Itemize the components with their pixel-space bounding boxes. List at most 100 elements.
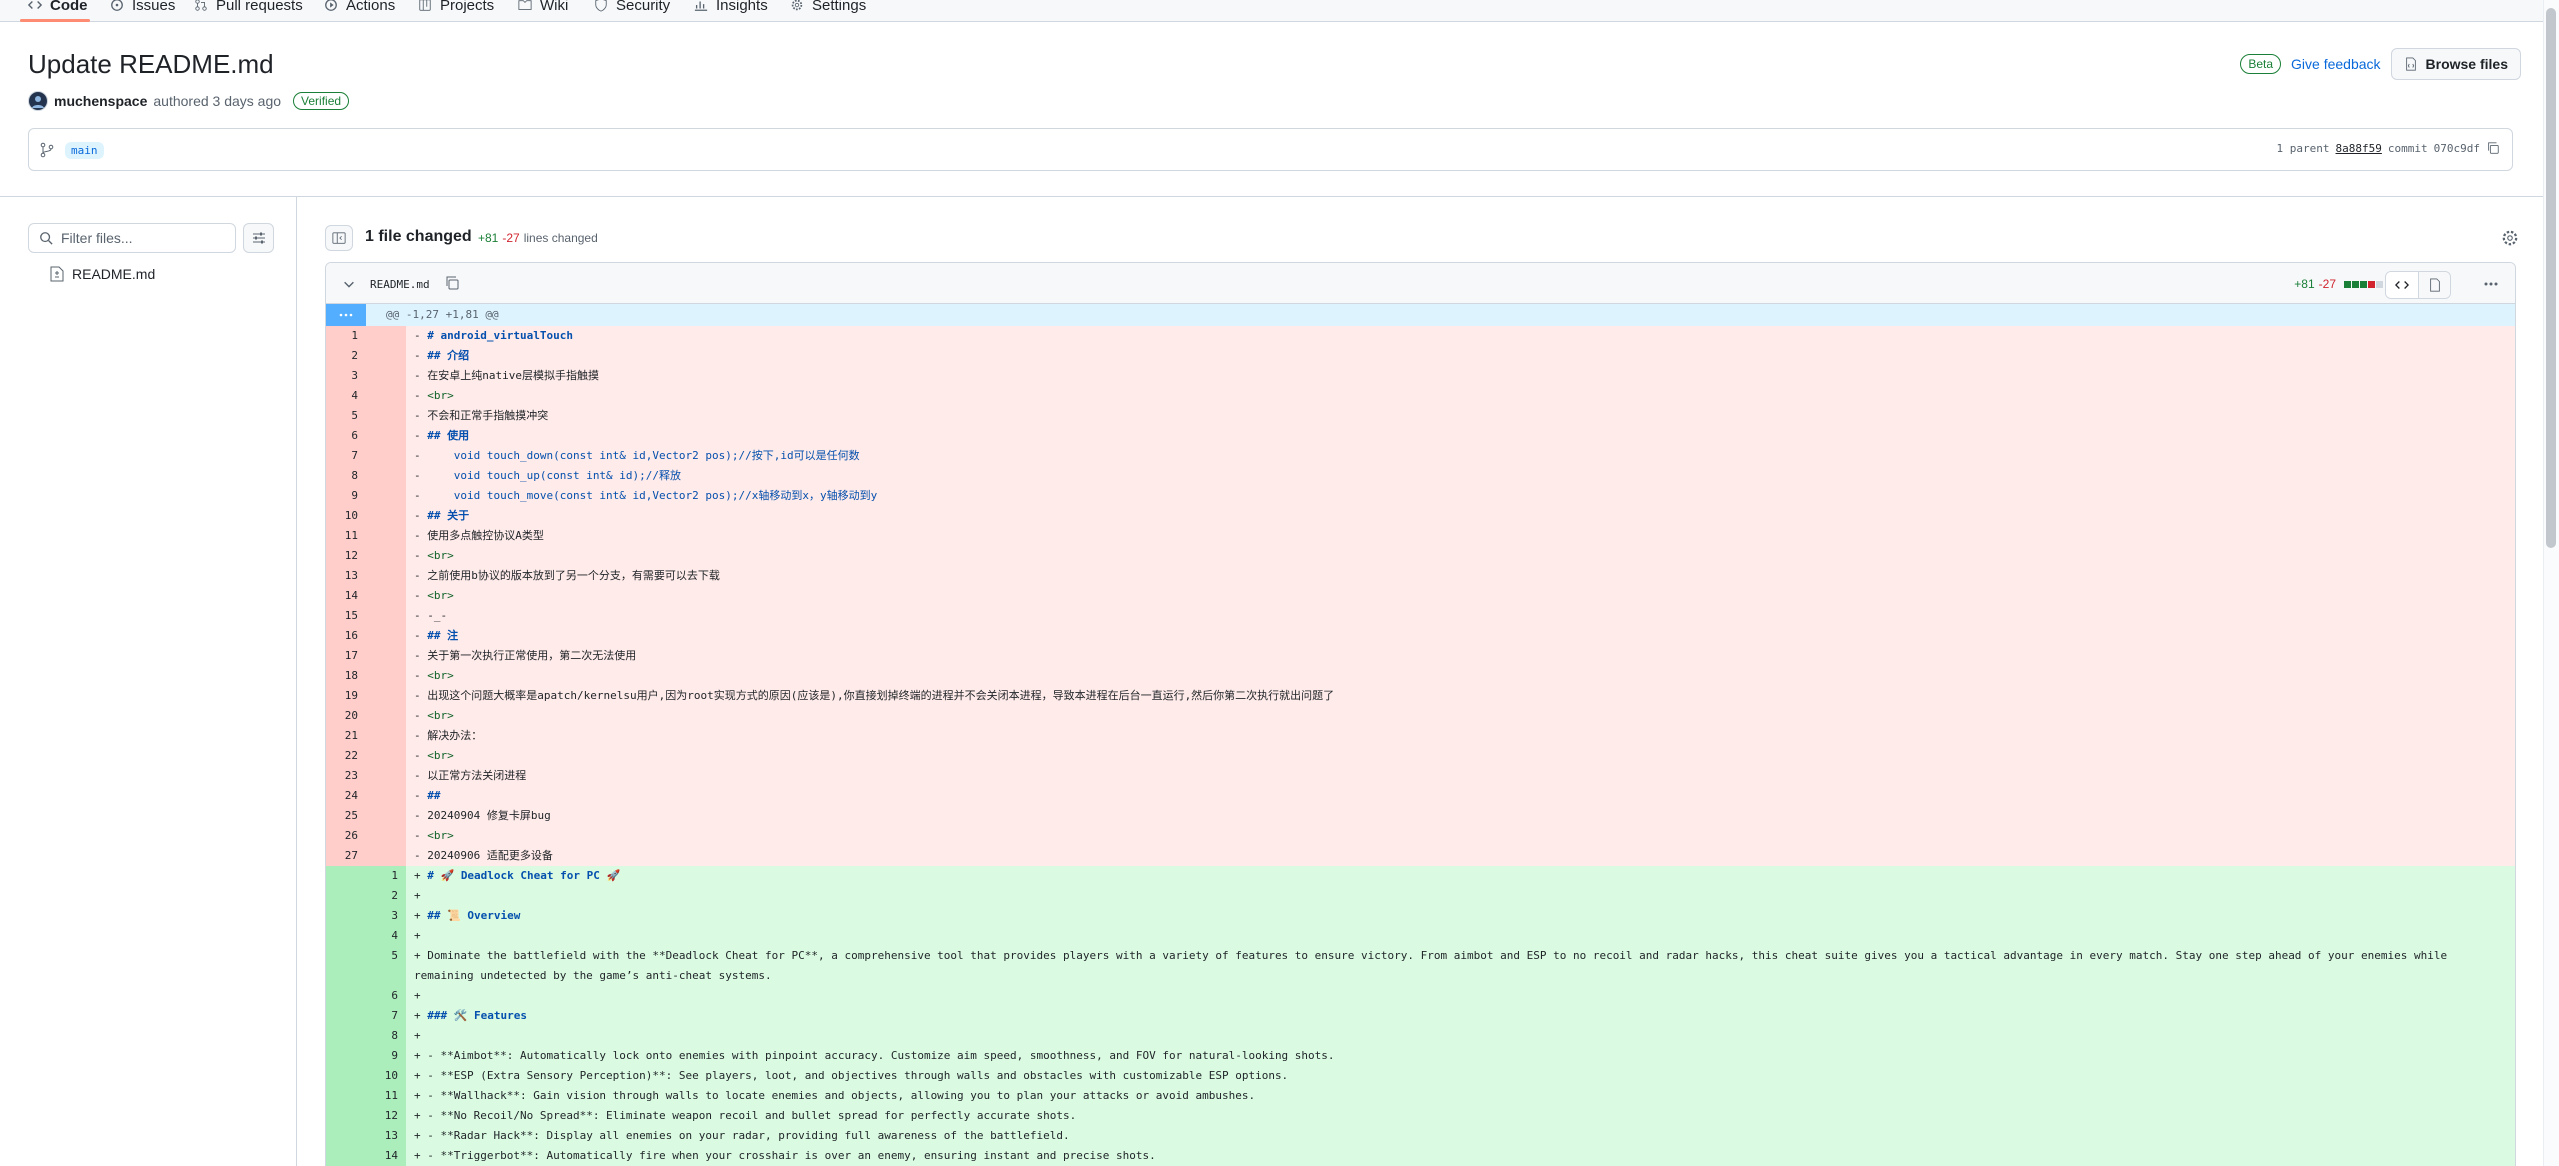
branch-name[interactable]: main <box>65 142 104 159</box>
diff-lines: @@ -1,27 +1,81 @@ 1 - # android_virtualTo… <box>326 304 2515 1166</box>
author-link[interactable]: muchenspace <box>54 93 147 109</box>
line-text: 20240906 适配更多设备 <box>427 849 553 862</box>
line-content: + - **Triggerbot**: Automatically fire w… <box>414 1149 1156 1162</box>
expand-hunk-button[interactable] <box>326 304 366 326</box>
new-line-number[interactable]: 10 <box>366 1066 406 1086</box>
rich-diff-button[interactable] <box>2418 272 2450 298</box>
old-line-number[interactable]: 3 <box>326 366 366 386</box>
hunk-header-text: @@ -1,27 +1,81 @@ <box>386 308 499 321</box>
tab-settings[interactable]: Settings <box>790 0 866 19</box>
tab-wiki[interactable]: Wiki <box>518 0 568 19</box>
chevron-down-icon[interactable] <box>342 277 356 291</box>
filter-options-button[interactable] <box>243 223 274 253</box>
new-line-number[interactable]: 2 <box>366 886 406 906</box>
new-line-number[interactable]: 13 <box>366 1126 406 1146</box>
old-line-number[interactable]: 25 <box>326 806 366 826</box>
old-line-number[interactable]: 11 <box>326 526 366 546</box>
new-line-number[interactable]: 9 <box>366 1046 406 1066</box>
avatar[interactable] <box>28 91 48 111</box>
copy-icon[interactable] <box>444 275 460 291</box>
new-line-number[interactable]: 14 <box>366 1146 406 1166</box>
tab-security[interactable]: Security <box>594 0 670 19</box>
line-text: <br> <box>427 749 454 762</box>
old-line-number[interactable]: 20 <box>326 706 366 726</box>
deleted-line: 7 - void touch_down(const int& id,Vector2… <box>326 446 2515 466</box>
old-line-number <box>326 1126 366 1146</box>
line-content: - <br> <box>414 669 454 682</box>
old-line-number[interactable]: 9 <box>326 486 366 506</box>
old-line-number[interactable]: 15 <box>326 606 366 626</box>
line-content: - 20240904 修复卡屏bug <box>414 809 551 822</box>
line-text: ## 注 <box>427 629 459 642</box>
filter-files-input[interactable]: Filter files... <box>28 223 236 253</box>
tab-projects[interactable]: Projects <box>418 0 494 19</box>
git-branch-icon <box>40 142 54 158</box>
new-line-number <box>366 746 406 766</box>
old-line-number[interactable]: 2 <box>326 346 366 366</box>
added-line: 3 + ## 📜 Overview <box>326 906 2515 926</box>
new-line-number[interactable]: 11 <box>366 1086 406 1106</box>
copy-icon[interactable] <box>2486 141 2500 155</box>
old-line-number[interactable]: 26 <box>326 826 366 846</box>
line-content: - 解决办法： <box>414 729 483 742</box>
file-tree-item[interactable]: README.md <box>50 266 155 282</box>
old-line-number[interactable]: 17 <box>326 646 366 666</box>
new-line-number <box>366 406 406 426</box>
old-line-number[interactable]: 24 <box>326 786 366 806</box>
new-line-number[interactable]: 5 <box>366 946 406 986</box>
parent-sha-link[interactable]: 8a88f59 <box>2336 142 2382 155</box>
old-line-number[interactable]: 27 <box>326 846 366 866</box>
old-line-number[interactable]: 7 <box>326 446 366 466</box>
old-line-number[interactable]: 1 <box>326 326 366 346</box>
new-line-number[interactable]: 7 <box>366 1006 406 1026</box>
old-line-number[interactable]: 6 <box>326 426 366 446</box>
source-diff-button[interactable] <box>2386 272 2418 298</box>
new-line-number[interactable]: 1 <box>366 866 406 886</box>
diff-filename[interactable]: README.md <box>370 278 430 291</box>
tab-insights[interactable]: Insights <box>694 0 768 19</box>
old-line-number[interactable]: 5 <box>326 406 366 426</box>
new-line-number[interactable]: 8 <box>366 1026 406 1046</box>
old-line-number[interactable]: 4 <box>326 386 366 406</box>
old-line-number[interactable]: 18 <box>326 666 366 686</box>
tab-actions[interactable]: Actions <box>324 0 395 19</box>
tab-issues[interactable]: Issues <box>110 0 175 19</box>
old-line-number[interactable]: 8 <box>326 466 366 486</box>
kebab-horizontal-icon[interactable] <box>2483 277 2499 291</box>
old-line-number[interactable]: 12 <box>326 546 366 566</box>
line-content: - 关于第一次执行正常使用，第二次无法使用 <box>414 649 637 662</box>
old-line-number[interactable]: 21 <box>326 726 366 746</box>
old-line-number[interactable]: 19 <box>326 686 366 706</box>
scrollbar-thumb[interactable] <box>2546 8 2556 548</box>
old-line-number[interactable]: 22 <box>326 746 366 766</box>
line-content: + - **Aimbot**: Automatically lock onto … <box>414 1049 1335 1062</box>
new-line-number[interactable]: 12 <box>366 1106 406 1126</box>
diff-settings-gear-icon[interactable] <box>2501 229 2519 247</box>
browse-files-button[interactable]: Browse files <box>2390 48 2521 80</box>
new-line-number <box>366 526 406 546</box>
graph-icon <box>694 1 708 11</box>
verified-badge[interactable]: Verified <box>293 92 350 110</box>
old-line-number[interactable]: 13 <box>326 566 366 586</box>
tab-code[interactable]: Code <box>28 0 88 19</box>
new-line-number <box>366 686 406 706</box>
line-content: + ## 📜 Overview <box>414 909 521 922</box>
line-content: - void touch_down(const int& id,Vector2 … <box>414 449 860 462</box>
old-line-number <box>326 886 366 906</box>
new-line-number[interactable]: 4 <box>366 926 406 946</box>
tab-pull-requests[interactable]: Pull requests <box>194 0 303 19</box>
new-line-number <box>366 706 406 726</box>
old-line-number[interactable]: 16 <box>326 626 366 646</box>
new-line-number[interactable]: 3 <box>366 906 406 926</box>
new-line-number <box>366 546 406 566</box>
page-scrollbar[interactable] <box>2543 0 2559 1166</box>
line-text: 关于第一次执行正常使用，第二次无法使用 <box>427 649 637 662</box>
deleted-line: 11 - 使用多点触控协议A类型 <box>326 526 2515 546</box>
line-text: 20240904 修复卡屏bug <box>427 809 551 822</box>
new-line-number[interactable]: 6 <box>366 986 406 1006</box>
old-line-number[interactable]: 23 <box>326 766 366 786</box>
old-line-number[interactable]: 10 <box>326 506 366 526</box>
old-line-number[interactable]: 14 <box>326 586 366 606</box>
give-feedback-link[interactable]: Give feedback <box>2291 56 2381 72</box>
toggle-file-tree-button[interactable] <box>325 225 353 251</box>
